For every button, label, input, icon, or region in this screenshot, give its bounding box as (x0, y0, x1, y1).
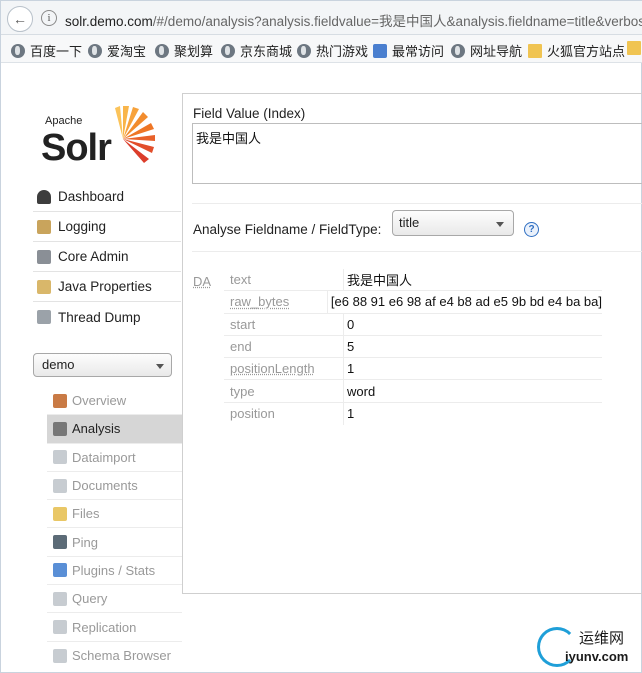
java-icon (37, 279, 51, 294)
result-value: 0 (347, 316, 355, 332)
table-row: type word (224, 380, 602, 403)
bookmarks-toolbar: 百度一下 爱淘宝 聚划算 京东商城 热门游戏 最常访问 网址导航 火狐官方站点 (1, 35, 642, 63)
star-icon (373, 43, 387, 58)
bookmark-item[interactable]: 网址导航 (451, 41, 522, 60)
core-menu-files[interactable]: Files (47, 500, 182, 529)
fieldtype-select[interactable]: title (392, 210, 514, 236)
chevron-down-icon (496, 222, 504, 227)
result-key: text (224, 269, 344, 291)
core-selector-value: demo (42, 357, 75, 372)
fieldtype-select-value: title (399, 215, 420, 230)
file-icon (53, 506, 67, 521)
back-button[interactable]: ← (7, 6, 33, 32)
result-value: 1 (347, 361, 355, 377)
ping-icon (53, 535, 67, 550)
result-value: word (347, 383, 376, 399)
divider (192, 251, 642, 252)
globe-icon (451, 43, 465, 58)
bookmark-item[interactable]: 聚划算 (155, 41, 213, 60)
field-value-label: Field Value (Index) (193, 106, 306, 121)
folder-icon (528, 43, 542, 58)
analysis-result-table: text 我是中国人 raw_bytes [e6 88 91 e6 98 af e4… (224, 269, 602, 426)
result-key: raw_bytes (224, 291, 328, 313)
main-nav: Dashboard Logging Core Admin Java Proper… (33, 182, 181, 332)
address-bar: ← i solr.demo.com/#/demo/analysis?analys… (1, 1, 642, 35)
table-row: text 我是中国人 (224, 269, 602, 292)
folder-icon (627, 41, 641, 55)
field-value-input[interactable]: 我是中国人 (192, 123, 642, 184)
watermark-logo: 运维网 iyunv.com (537, 623, 637, 669)
thread-dump-icon (37, 310, 51, 324)
globe-icon (297, 43, 311, 58)
analyzer-component-tag[interactable]: DA (193, 274, 211, 289)
chevron-down-icon (156, 364, 164, 369)
watermark-line2: iyunv.com (565, 649, 629, 664)
browser-window: ← i solr.demo.com/#/demo/analysis?analys… (0, 0, 642, 673)
watermark-line1: 运维网 (579, 630, 625, 647)
core-menu-replication[interactable]: Replication (47, 613, 182, 642)
replication-icon (53, 620, 67, 635)
core-menu-ping[interactable]: Ping (47, 528, 182, 557)
globe-icon (221, 43, 235, 58)
result-key: start (224, 313, 344, 335)
result-value: 1 (347, 406, 355, 422)
globe-icon (88, 43, 102, 58)
core-admin-icon (37, 249, 51, 264)
nav-core-admin[interactable]: Core Admin (33, 242, 181, 272)
result-value: 5 (347, 339, 355, 355)
schema-icon (53, 648, 67, 663)
table-row: end 5 (224, 335, 602, 359)
info-icon[interactable]: i (41, 10, 57, 26)
globe-icon (11, 43, 25, 58)
magnifier-icon (53, 591, 67, 606)
core-menu-query[interactable]: Query (47, 585, 182, 614)
logging-icon (37, 219, 51, 234)
core-menu-schema-browser[interactable]: Schema Browser (47, 642, 182, 670)
url-host: solr.demo.com (65, 14, 153, 29)
solr-logo[interactable]: Apache Solr (41, 99, 171, 169)
bookmark-overflow[interactable] (627, 41, 642, 55)
result-value: [e6 88 91 e6 98 af e4 b8 ad e5 9b bd e4 … (330, 294, 602, 310)
result-key: positionLength (224, 358, 344, 380)
fieldtype-label: Analyse Fieldname / FieldType: (193, 222, 382, 237)
home-icon (53, 393, 67, 408)
table-row: positionLength 1 (224, 358, 602, 381)
documents-icon (53, 478, 67, 493)
result-key: type (224, 380, 344, 402)
core-menu-overview[interactable]: Overview (47, 387, 182, 416)
core-menu-dataimport[interactable]: Dataimport (47, 444, 182, 472)
nav-dashboard[interactable]: Dashboard (33, 182, 181, 212)
table-row: position 1 (224, 402, 602, 426)
bookmark-item[interactable]: 最常访问 (373, 41, 444, 60)
bookmark-item[interactable]: 爱淘宝 (88, 41, 146, 60)
core-menu-plugins[interactable]: Plugins / Stats (47, 557, 182, 586)
funnel-icon (53, 421, 67, 436)
bookmark-item[interactable]: 百度一下 (11, 41, 82, 60)
dashboard-icon (37, 189, 51, 204)
table-row: start 0 (224, 313, 602, 336)
logo-solr-text: Solr (41, 127, 112, 169)
result-value: 我是中国人 (347, 273, 413, 289)
nav-java-properties[interactable]: Java Properties (33, 272, 181, 302)
bookmark-item[interactable]: 京东商城 (221, 41, 292, 60)
nav-thread-dump[interactable]: Thread Dump (33, 302, 181, 332)
globe-icon (155, 43, 169, 58)
nav-logging[interactable]: Logging (33, 212, 181, 242)
core-selector[interactable]: demo (33, 353, 172, 377)
divider (192, 203, 642, 204)
result-key: end (224, 335, 344, 358)
logo-apache-text: Apache (45, 115, 83, 127)
dataimport-icon (53, 450, 67, 465)
url-field[interactable]: solr.demo.com/#/demo/analysis?analysis.f… (65, 10, 642, 30)
core-menu-documents[interactable]: Documents (47, 472, 182, 501)
bookmark-item[interactable]: 热门游戏 (297, 41, 368, 60)
url-path: /#/demo/analysis?analysis.fieldvalue=我是中… (152, 14, 642, 29)
help-icon[interactable]: ? (524, 222, 539, 237)
bookmark-item[interactable]: 火狐官方站点 (528, 41, 625, 60)
core-menu-analysis[interactable]: Analysis (47, 415, 182, 444)
core-menu: Overview Analysis Dataimport Documents F… (47, 387, 182, 670)
result-key: position (224, 402, 344, 426)
plugins-icon (53, 563, 67, 578)
table-row: raw_bytes [e6 88 91 e6 98 af e4 b8 ad e5 … (224, 291, 602, 314)
